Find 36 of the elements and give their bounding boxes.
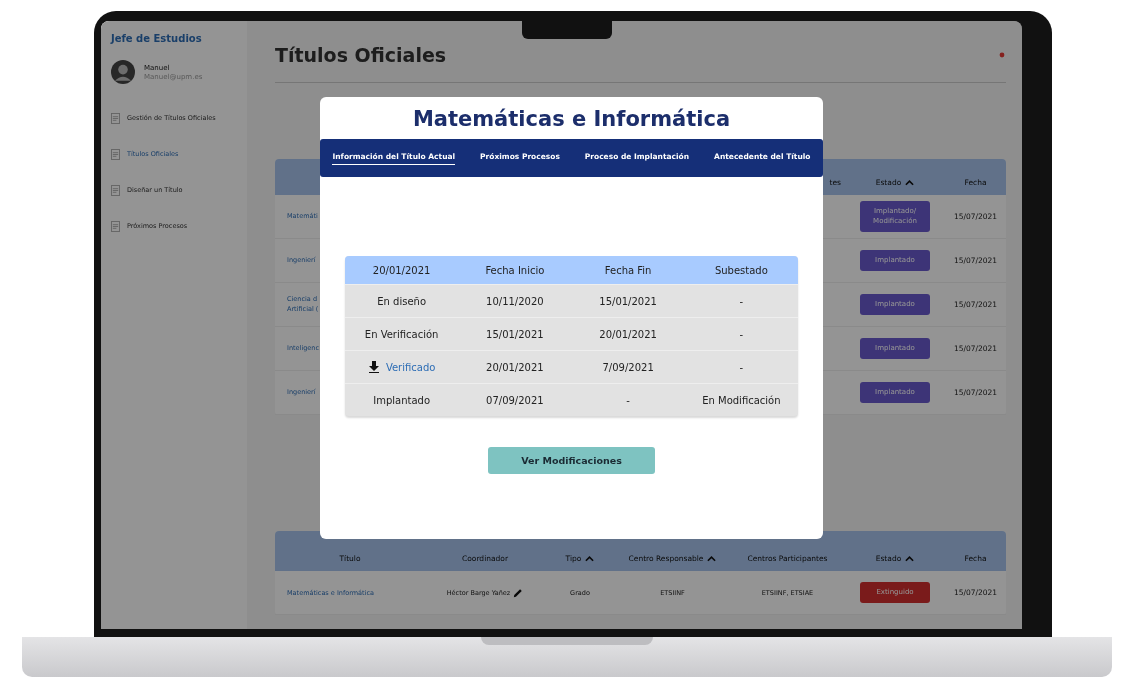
document-icon [111, 112, 120, 124]
table-cell: - [739, 328, 744, 340]
table-cell: - [739, 361, 744, 373]
table-cell: 20/01/2021 [599, 328, 657, 340]
chevron-up-icon[interactable] [905, 555, 915, 562]
table-cell: 20/01/2021 [486, 361, 544, 373]
notification-dot-icon[interactable] [998, 50, 1006, 59]
page-title: Títulos Oficiales [275, 43, 447, 66]
column-header: Subestado [714, 264, 768, 276]
table-cell: 7/09/2021 [602, 361, 654, 373]
document-link[interactable]: Verificado [385, 361, 436, 373]
chevron-up-icon[interactable] [707, 555, 717, 562]
table-cell: 10/11/2020 [486, 295, 544, 307]
modal-title: Matemáticas e Informática [412, 107, 731, 131]
chevron-up-icon[interactable] [905, 179, 915, 186]
document-icon [111, 184, 120, 196]
column-header: Fecha Inicio [485, 264, 545, 276]
table-cell: En diseño [377, 295, 426, 307]
table-cell: - [626, 394, 630, 406]
table-cell: 07/09/2021 [486, 394, 544, 406]
pencil-icon[interactable] [513, 587, 524, 598]
table-cell: - [739, 295, 744, 307]
document-icon [111, 220, 120, 232]
table-cell: 15/01/2021 [486, 328, 544, 340]
download-icon[interactable] [367, 361, 380, 373]
table-cell: Implantado [373, 394, 430, 406]
chevron-up-icon[interactable] [585, 555, 595, 562]
table-cell: En Verificación [364, 328, 439, 340]
sidebar-role: Jefe de Estudios [111, 33, 203, 44]
column-header: 20/01/2021 [372, 264, 431, 276]
table-cell: En Modificación [702, 394, 781, 406]
avatar-icon [111, 60, 135, 84]
column-header: Fecha Fin [604, 264, 652, 276]
table-cell: 15/01/2021 [599, 295, 657, 307]
document-icon [111, 148, 120, 160]
view-modifications-button[interactable]: Ver Modificaciones [488, 447, 655, 474]
